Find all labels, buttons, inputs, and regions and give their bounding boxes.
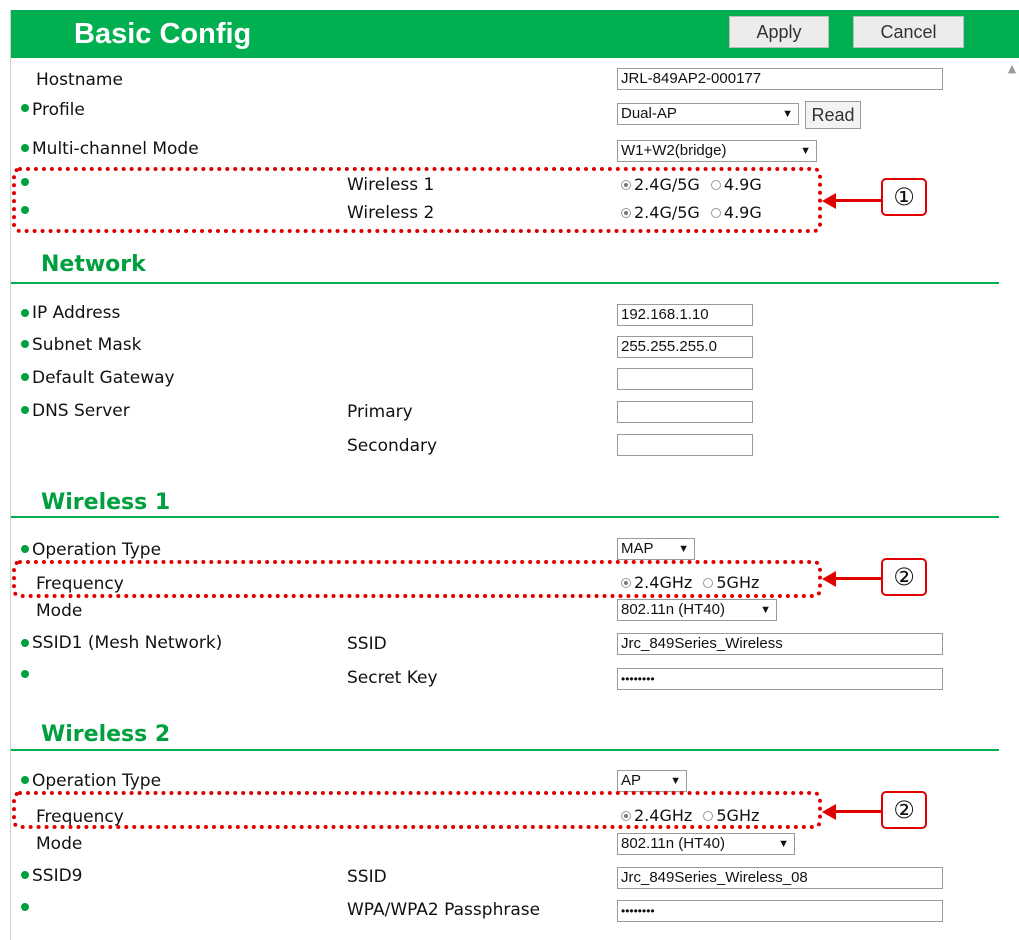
multichannel-label: Multi-channel Mode: [32, 139, 199, 159]
w2-ssid-input[interactable]: Jrc_849Series_Wireless_08: [617, 867, 943, 889]
apply-button[interactable]: Apply: [729, 16, 829, 48]
annotation-box: [12, 167, 822, 233]
callout-badge: ①: [881, 178, 927, 216]
w1-mode-label: Mode: [36, 601, 83, 621]
scroll-up-icon[interactable]: ▲: [1004, 62, 1019, 82]
chevron-down-icon: ▼: [760, 604, 771, 616]
green-dot-icon: [21, 903, 29, 911]
arrow-line: [835, 577, 881, 580]
arrow-line: [835, 810, 881, 813]
w1-secret-label: Secret Key: [347, 668, 438, 688]
profile-select[interactable]: Dual-AP ▼: [617, 103, 799, 125]
header-bar: Basic Config Apply Cancel: [11, 10, 1019, 58]
w2-passphrase-label: WPA/WPA2 Passphrase: [347, 900, 541, 920]
arrow-icon: [822, 571, 836, 587]
multichannel-select[interactable]: W1+W2(bridge) ▼: [617, 140, 817, 162]
green-dot-icon: [21, 776, 29, 784]
dns-label: DNS Server: [32, 401, 130, 421]
w2-passphrase-input[interactable]: ••••••••: [617, 900, 943, 922]
cancel-button[interactable]: Cancel: [853, 16, 964, 48]
w2-optype-label: Operation Type: [32, 771, 162, 791]
w1-secret-input[interactable]: ••••••••: [617, 668, 943, 690]
w1-mode-value: 802.11n (HT40): [621, 601, 725, 618]
ip-input[interactable]: 192.168.1.10: [617, 304, 753, 326]
section-title-network: Network: [41, 252, 146, 277]
w2-ssid-group-label: SSID9: [32, 866, 83, 886]
w2-mode-select[interactable]: 802.11n (HT40) ▼: [617, 833, 795, 855]
gateway-label: Default Gateway: [32, 368, 175, 388]
callout-badge: ②: [881, 791, 927, 829]
green-dot-icon: [21, 639, 29, 647]
w1-ssid-input[interactable]: Jrc_849Series_Wireless: [617, 633, 943, 655]
section-divider: [11, 282, 999, 284]
section-divider: [11, 516, 999, 518]
section-divider: [11, 749, 999, 751]
green-dot-icon: [21, 373, 29, 381]
section-title-wireless2: Wireless 2: [41, 722, 171, 747]
chevron-down-icon: ▼: [678, 543, 689, 555]
multichannel-value: W1+W2(bridge): [621, 142, 727, 159]
green-dot-icon: [21, 406, 29, 414]
arrow-line: [835, 199, 881, 202]
green-dot-icon: [21, 545, 29, 553]
chevron-down-icon: ▼: [782, 108, 793, 120]
w1-mode-select[interactable]: 802.11n (HT40) ▼: [617, 599, 777, 621]
green-dot-icon: [21, 871, 29, 879]
config-panel: Basic Config Apply Cancel ▲ Hostname JRL…: [10, 10, 1019, 940]
gateway-input[interactable]: [617, 368, 753, 390]
w2-optype-select[interactable]: AP ▼: [617, 770, 687, 792]
w1-ssid-group-label: SSID1 (Mesh Network): [32, 633, 223, 653]
dns-secondary-label: Secondary: [347, 436, 438, 456]
w1-ssid-label: SSID: [347, 634, 387, 654]
page-title: Basic Config: [74, 18, 252, 50]
profile-label: Profile: [32, 100, 85, 120]
w1-optype-label: Operation Type: [32, 540, 162, 560]
green-dot-icon: [21, 309, 29, 317]
w2-mode-label: Mode: [36, 834, 83, 854]
w2-optype-value: AP: [621, 772, 642, 789]
green-dot-icon: [21, 104, 29, 112]
arrow-icon: [822, 193, 836, 209]
w2-ssid-label: SSID: [347, 867, 387, 887]
w1-optype-select[interactable]: MAP ▼: [617, 538, 695, 560]
profile-value: Dual-AP: [621, 105, 677, 122]
hostname-input[interactable]: JRL-849AP2-000177: [617, 68, 943, 90]
annotation-box: [12, 560, 822, 598]
section-title-wireless1: Wireless 1: [41, 490, 171, 515]
dns-secondary-input[interactable]: [617, 434, 753, 456]
arrow-icon: [822, 804, 836, 820]
w2-mode-value: 802.11n (HT40): [621, 835, 725, 852]
green-dot-icon: [21, 340, 29, 348]
chevron-down-icon: ▼: [670, 775, 681, 787]
w1-optype-value: MAP: [621, 540, 654, 557]
hostname-label: Hostname: [36, 70, 123, 90]
ip-label: IP Address: [32, 303, 121, 323]
subnet-input[interactable]: 255.255.255.0: [617, 336, 753, 358]
chevron-down-icon: ▼: [778, 838, 789, 850]
read-button[interactable]: Read: [805, 101, 861, 129]
callout-badge: ②: [881, 558, 927, 596]
dns-primary-label: Primary: [347, 402, 413, 422]
green-dot-icon: [21, 670, 29, 678]
dns-primary-input[interactable]: [617, 401, 753, 423]
annotation-box: [12, 791, 822, 829]
green-dot-icon: [21, 144, 29, 152]
subnet-label: Subnet Mask: [32, 335, 142, 355]
chevron-down-icon: ▼: [800, 145, 811, 157]
